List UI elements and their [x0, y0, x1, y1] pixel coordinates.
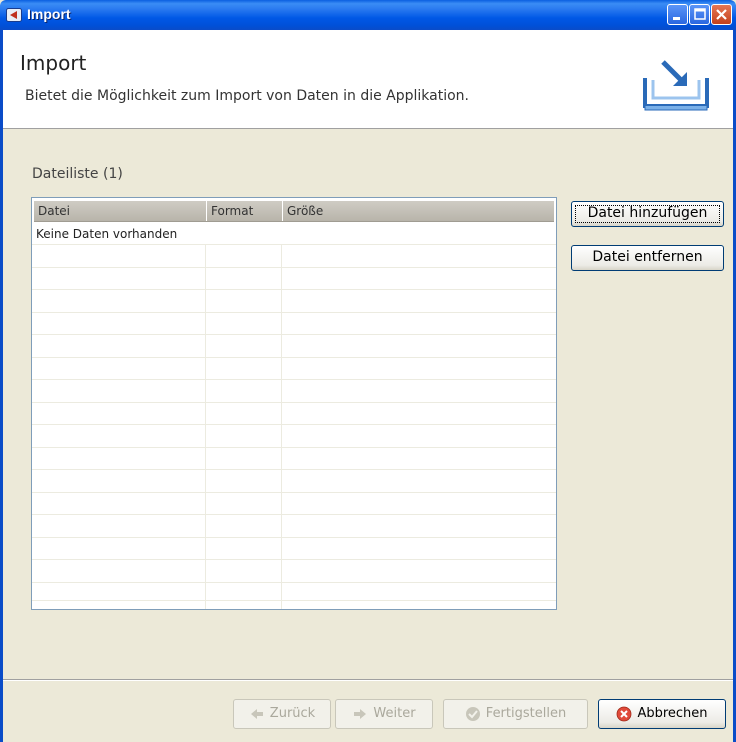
maximize-button[interactable]	[689, 4, 710, 25]
maximize-icon	[694, 8, 706, 20]
cancel-icon	[617, 706, 632, 722]
back-arrow-icon	[250, 709, 263, 719]
table-row	[32, 492, 556, 493]
finish-label: Fertigstellen	[485, 706, 567, 721]
table-row	[32, 357, 556, 358]
wizard-header: Import Bietet die Möglichkeit zum Import…	[3, 30, 733, 129]
page-title: Import	[20, 51, 87, 75]
table-row	[32, 600, 556, 601]
close-icon	[716, 9, 727, 20]
cancel-label: Abbrechen	[637, 706, 708, 721]
file-table[interactable]: Datei Format Größe Keine Daten vorhanden	[31, 197, 557, 610]
title-bar[interactable]: Import	[0, 0, 736, 30]
column-divider	[281, 244, 282, 609]
table-row	[32, 469, 556, 470]
focus-ring	[575, 205, 720, 223]
file-list-label: Dateiliste (1)	[32, 166, 123, 182]
column-divider	[205, 244, 206, 609]
finish-button[interactable]: Fertigstellen	[443, 699, 588, 729]
window-title: Import	[27, 6, 71, 22]
next-arrow-icon	[354, 709, 367, 719]
column-header-size[interactable]: Größe	[282, 201, 554, 221]
window-border-left	[0, 30, 3, 742]
checkmark-icon	[465, 707, 480, 721]
app-icon	[6, 7, 22, 23]
next-button[interactable]: Weiter	[335, 699, 433, 729]
empty-message: Keine Daten vorhanden	[36, 227, 178, 241]
minimize-button[interactable]	[667, 4, 688, 25]
table-row	[32, 514, 556, 515]
table-row	[32, 559, 556, 560]
page-description: Bietet die Möglichkeit zum Import von Da…	[25, 88, 469, 104]
minimize-icon	[673, 17, 680, 20]
back-button[interactable]: Zurück	[233, 699, 331, 729]
add-file-button[interactable]: Datei hinzufügen	[571, 201, 724, 227]
cancel-button[interactable]: Abbrechen	[598, 699, 726, 729]
footer-divider-highlight	[3, 680, 733, 681]
table-row	[32, 244, 556, 245]
table-row	[32, 424, 556, 425]
table-row	[32, 334, 556, 335]
column-header-file[interactable]: Datei	[34, 201, 206, 221]
close-button[interactable]	[711, 4, 732, 25]
table-row	[32, 267, 556, 268]
import-tray-icon	[643, 60, 709, 111]
table-row	[32, 402, 556, 403]
column-header-format[interactable]: Format	[206, 201, 282, 221]
table-header: Datei Format Größe	[34, 201, 554, 222]
table-row	[32, 289, 556, 290]
table-row	[32, 312, 556, 313]
table-row	[32, 447, 556, 448]
remove-file-label: Datei entfernen	[592, 249, 703, 265]
table-row	[32, 537, 556, 538]
table-row	[32, 379, 556, 380]
back-label: Zurück	[269, 706, 316, 721]
next-label: Weiter	[373, 706, 416, 721]
table-row	[32, 582, 556, 583]
remove-file-button[interactable]: Datei entfernen	[571, 245, 724, 271]
